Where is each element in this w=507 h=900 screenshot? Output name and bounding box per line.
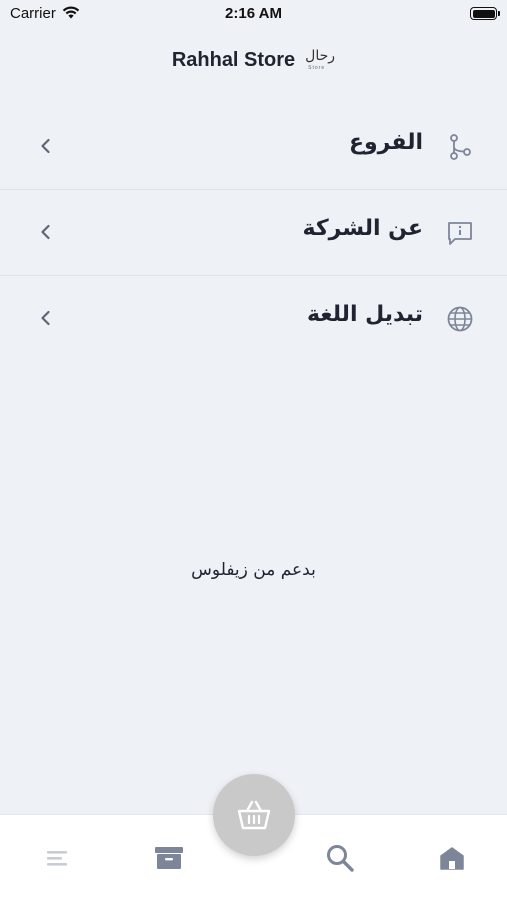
menu-item-label: تبديل اللغة — [306, 302, 423, 327]
branches-icon — [450, 134, 471, 160]
home-icon[interactable] — [437, 843, 467, 873]
menu-item-label: عن الشركة — [302, 216, 424, 241]
clock: 2:16 AM — [225, 5, 282, 22]
logo-arabic-text: رحال — [305, 48, 336, 64]
powered-by-text: بدعم من زيفلوس — [191, 560, 316, 580]
orders-icon[interactable] — [154, 843, 184, 873]
menu-item-branches[interactable]: الفروع — [0, 104, 507, 190]
menu-item-about-company[interactable]: عن الشركة — [0, 190, 507, 276]
battery-icon — [470, 7, 500, 20]
app-header: Rahhal Store رحال Store — [0, 40, 507, 80]
menu-icon[interactable] — [42, 843, 72, 873]
cart-button[interactable] — [213, 774, 295, 856]
info-message-icon — [448, 222, 472, 245]
basket-icon — [237, 800, 271, 830]
chevron-left-icon — [41, 138, 50, 154]
search-icon[interactable] — [325, 843, 355, 873]
store-title: Rahhal Store — [171, 48, 296, 71]
menu-item-change-language[interactable]: تبديل اللغة — [0, 276, 507, 362]
store-logo: رحال Store — [303, 46, 335, 74]
settings-menu: الفروع عن الشركة تبديل اللغة — [0, 104, 507, 362]
chevron-left-icon — [41, 310, 50, 326]
screen: Carrier 2:16 AM Rahhal Store رحال Store … — [0, 0, 507, 900]
chevron-left-icon — [41, 224, 50, 240]
status-bar: Carrier 2:16 AM — [0, 0, 507, 28]
menu-item-label: الفروع — [348, 130, 423, 155]
logo-sub-text: Store — [308, 65, 326, 71]
globe-icon — [447, 306, 473, 332]
